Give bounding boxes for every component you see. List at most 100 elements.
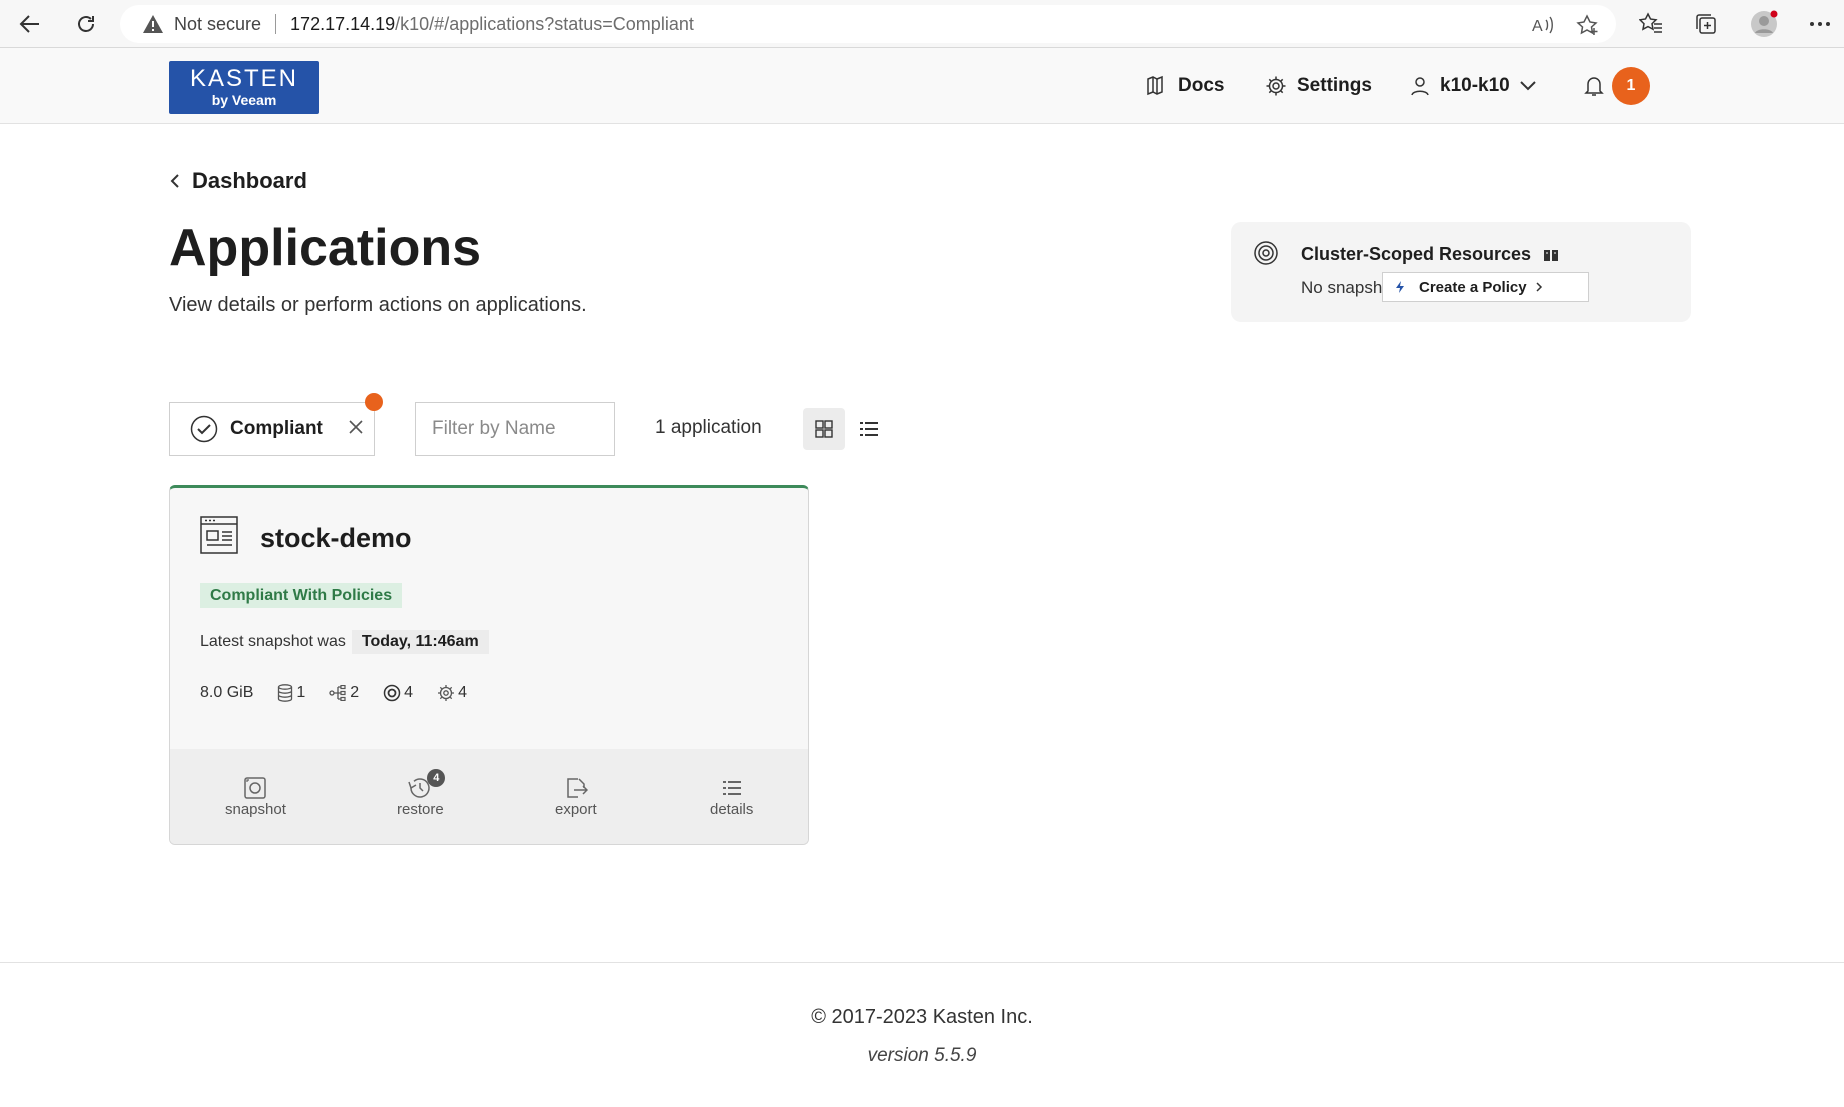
snapshot-icon — [244, 777, 267, 799]
address-bar[interactable]: Not secure 172.17.14.19/k10/#/applicatio… — [120, 5, 1616, 43]
stat-size: 8.0 GiB — [200, 684, 253, 702]
back-button[interactable] — [14, 8, 46, 40]
address-divider — [275, 14, 277, 34]
url-text: 172.17.14.19/k10/#/applications?status=C… — [290, 14, 694, 35]
stat-policies: 4 — [383, 684, 413, 702]
user-icon — [1411, 77, 1429, 96]
footer-version: version 5.5.9 — [867, 1045, 977, 1066]
book-icon — [1147, 75, 1163, 96]
create-policy-button[interactable]: Create a Policy — [1382, 272, 1589, 302]
back-arrow-icon — [19, 15, 39, 33]
export-action[interactable]: export — [555, 775, 597, 818]
filter-chip-label: Compliant — [230, 418, 323, 439]
cluster-title-text: Cluster-Scoped Resources — [1301, 244, 1532, 264]
svg-text:A: A — [1532, 18, 1543, 35]
workload-tree-icon — [329, 685, 346, 701]
create-policy-label: Create a Policy — [1419, 278, 1527, 296]
application-card[interactable]: stock-demo Compliant With Policies Lates… — [169, 485, 809, 845]
notifications-button[interactable] — [1584, 72, 1614, 100]
collections-button[interactable] — [1692, 10, 1720, 38]
url-host: 172.17.14.19 — [290, 13, 396, 34]
not-secure-label: Not secure — [174, 13, 262, 34]
list-view-button[interactable] — [848, 408, 890, 450]
more-dots-icon — [1810, 22, 1830, 26]
export-label: export — [555, 801, 597, 818]
bell-icon — [1584, 77, 1604, 96]
warning-icon — [143, 15, 163, 33]
latest-snapshot-row: Latest snapshot was Today, 11:46am — [200, 630, 489, 654]
configs-count: 4 — [458, 684, 467, 701]
application-count: 1 application — [655, 417, 762, 438]
settings-label: Settings — [1297, 75, 1372, 96]
details-action[interactable]: details — [710, 775, 753, 818]
policy-icon — [383, 684, 401, 702]
url-path: /k10/#/applications?status=Compliant — [395, 13, 694, 34]
cluster-resources-card: Cluster-Scoped Resources No snapshots Cr… — [1231, 222, 1691, 322]
filter-by-name-input[interactable] — [415, 402, 615, 456]
restore-label: restore — [397, 801, 444, 818]
application-name[interactable]: stock-demo — [260, 523, 412, 554]
favorite-star-icon[interactable] — [1575, 14, 1601, 36]
policies-count: 4 — [404, 684, 414, 701]
cluster-icon — [1254, 241, 1278, 265]
workloads-count: 2 — [350, 684, 360, 701]
docs-book-icon[interactable] — [1543, 248, 1559, 262]
stat-workloads: 2 — [329, 684, 359, 702]
notification-count-badge[interactable]: 1 — [1612, 67, 1650, 105]
status-filter-chip[interactable]: Compliant — [169, 402, 375, 456]
app-header: KASTEN by Veeam Docs Settings k10-k10 1 — [0, 48, 1844, 124]
chevron-right-icon — [1536, 282, 1542, 292]
database-icon — [278, 684, 293, 702]
user-menu[interactable]: k10-k10 — [1410, 72, 1546, 100]
more-menu-button[interactable] — [1806, 10, 1834, 38]
breadcrumb-label: Dashboard — [192, 168, 307, 193]
footer-copyright: © 2017-2023 Kasten Inc. — [811, 1006, 1033, 1028]
details-label: details — [710, 801, 754, 818]
config-gear-icon — [438, 685, 455, 701]
browser-toolbar: Not secure 172.17.14.19/k10/#/applicatio… — [0, 0, 1844, 48]
settings-link[interactable]: Settings — [1265, 72, 1372, 100]
docs-link[interactable]: Docs — [1146, 72, 1224, 100]
stat-configs: 4 — [437, 684, 467, 702]
volumes-count: 1 — [296, 684, 306, 701]
page-subtitle: View details or perform actions on appli… — [169, 294, 587, 316]
refresh-button[interactable] — [70, 8, 102, 40]
page-title: Applications — [169, 219, 482, 277]
favorites-button[interactable] — [1637, 10, 1665, 38]
read-aloud-icon[interactable]: A — [1530, 14, 1556, 36]
card-actions: snapshot 4 restore export details — [170, 749, 808, 844]
chevron-down-icon — [1520, 81, 1536, 91]
collections-icon — [1696, 14, 1716, 34]
docs-label: Docs — [1178, 75, 1225, 96]
export-icon — [567, 778, 588, 798]
snapshot-time: Today, 11:46am — [351, 630, 489, 654]
filter-active-dot — [365, 393, 383, 411]
restore-count-badge: 4 — [427, 769, 446, 787]
kasten-logo[interactable]: KASTEN by Veeam — [169, 61, 319, 114]
list-icon — [860, 422, 878, 436]
chevron-left-icon — [170, 174, 179, 188]
close-icon[interactable] — [348, 419, 364, 435]
details-list-icon — [722, 781, 741, 795]
user-name: k10-k10 — [1440, 75, 1510, 96]
size-value: 8.0 GiB — [200, 684, 254, 701]
snapshot-label: Latest snapshot was — [200, 633, 346, 650]
snapshot-action[interactable]: snapshot — [225, 775, 286, 818]
profile-button[interactable] — [1750, 10, 1778, 38]
grid-view-button[interactable] — [803, 408, 845, 450]
bolt-icon — [1396, 281, 1404, 293]
check-circle-icon — [190, 415, 218, 443]
footer-divider — [0, 962, 1844, 963]
cluster-title: Cluster-Scoped Resources — [1301, 244, 1559, 265]
logo-wordmark: KASTEN — [189, 65, 299, 92]
breadcrumb-dashboard[interactable]: Dashboard — [170, 168, 307, 194]
compliance-badge: Compliant With Policies — [200, 583, 403, 608]
application-icon — [200, 516, 238, 554]
grid-icon — [815, 420, 833, 438]
refresh-icon — [78, 16, 94, 32]
favorites-icon — [1639, 12, 1662, 33]
snapshot-label-action: snapshot — [225, 801, 286, 818]
profile-avatar-icon — [1751, 10, 1778, 37]
restore-action[interactable]: 4 restore — [397, 769, 446, 818]
logo-byline: by Veeam — [211, 92, 277, 108]
